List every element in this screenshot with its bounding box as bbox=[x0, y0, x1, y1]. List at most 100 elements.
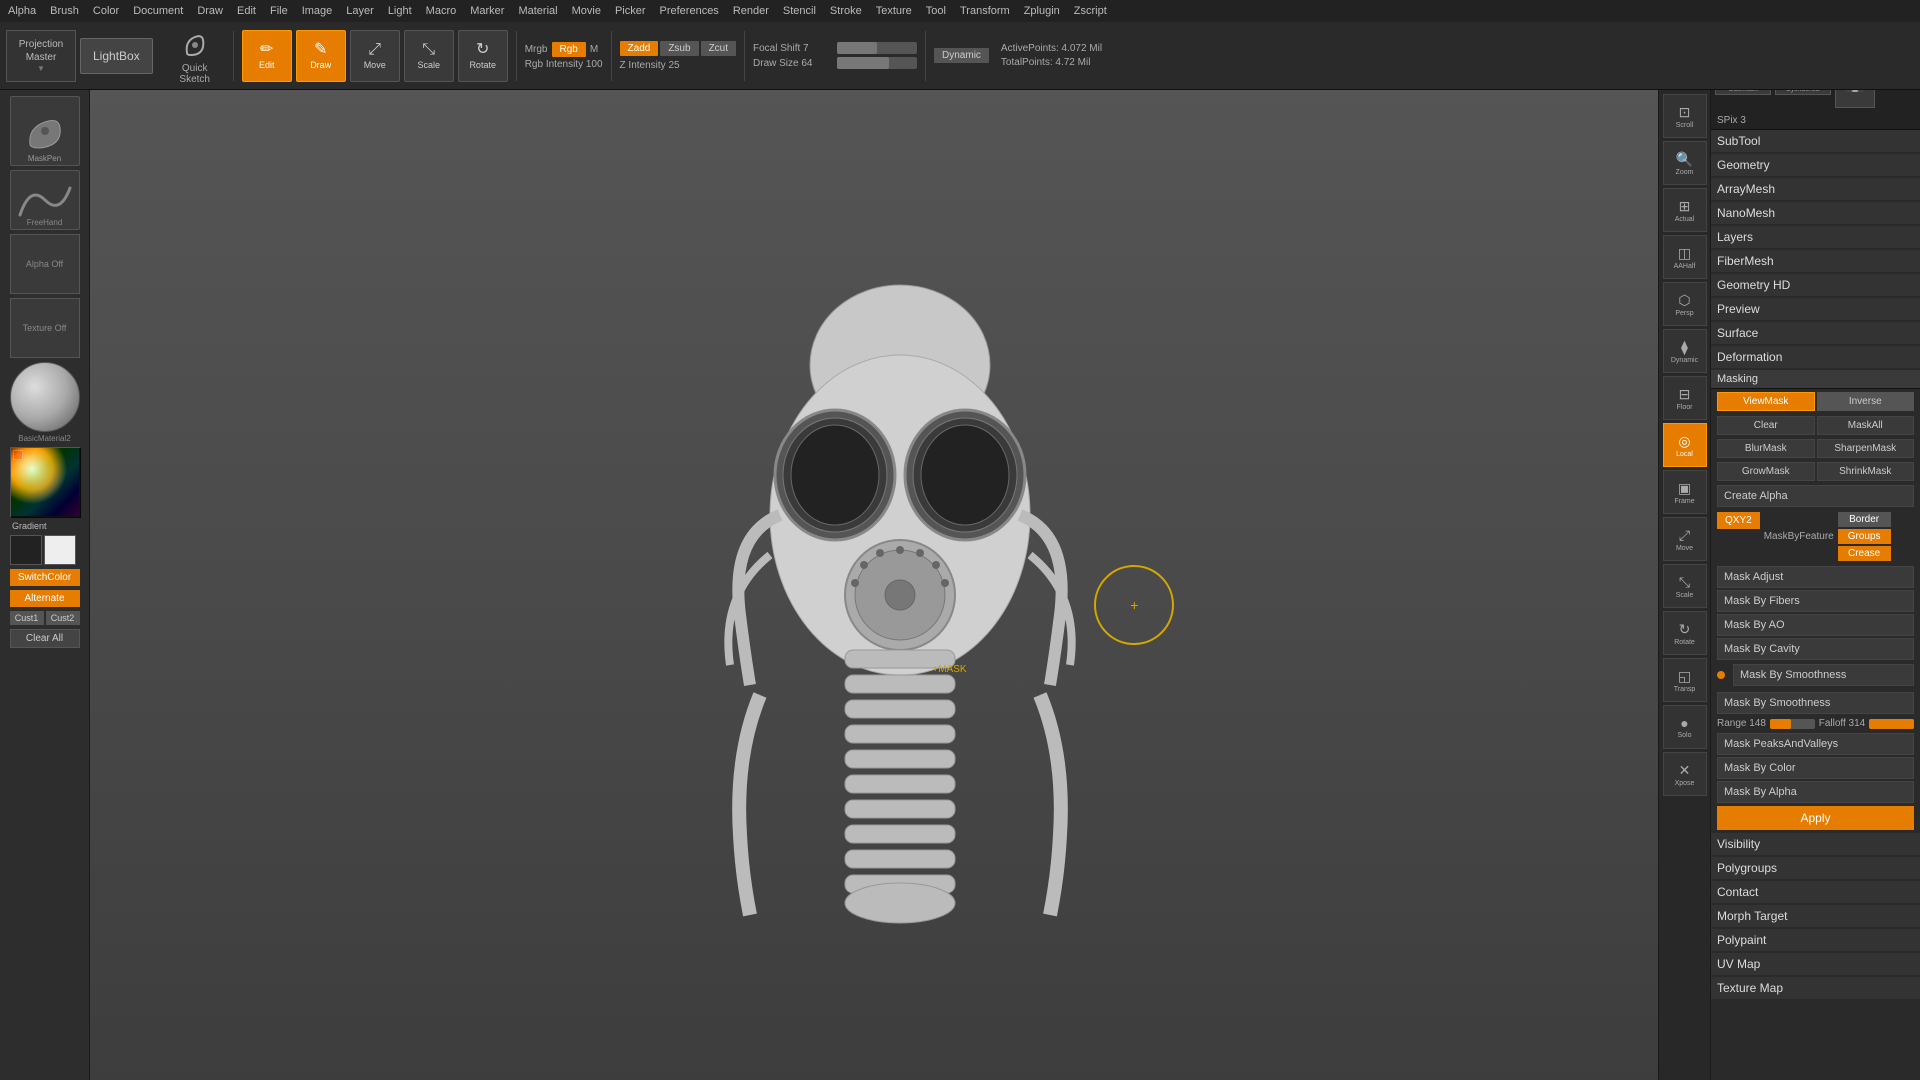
menu-document[interactable]: Document bbox=[133, 5, 183, 17]
menu-zplugin[interactable]: Zplugin bbox=[1024, 5, 1060, 17]
viewport-canvas[interactable]: + +MASK bbox=[90, 90, 1710, 1080]
groups-button[interactable]: Groups bbox=[1838, 529, 1891, 544]
mask-by-alpha-button[interactable]: Mask By Alpha bbox=[1717, 781, 1914, 803]
dynamic-button[interactable]: Dynamic bbox=[934, 48, 989, 63]
zsub-button[interactable]: Zsub bbox=[660, 41, 698, 56]
menu-preferences[interactable]: Preferences bbox=[660, 5, 719, 17]
quick-sketch-button[interactable]: Quick Sketch bbox=[165, 27, 225, 85]
visibility-section[interactable]: Visibility bbox=[1711, 833, 1920, 855]
surface-section[interactable]: Surface bbox=[1711, 322, 1920, 344]
scale-right-button[interactable]: ⤡ Scale bbox=[1663, 564, 1707, 608]
falloff-slider[interactable] bbox=[1869, 719, 1914, 729]
scale-button[interactable]: ⤡ Scale bbox=[404, 30, 454, 82]
menu-movie[interactable]: Movie bbox=[572, 5, 601, 17]
mask-by-cavity-button[interactable]: Mask By Cavity bbox=[1717, 638, 1914, 660]
transp-button[interactable]: ◱ Transp bbox=[1663, 658, 1707, 702]
mask-by-smoothness-button[interactable]: Mask By Smoothness bbox=[1733, 664, 1914, 686]
menu-brush[interactable]: Brush bbox=[50, 5, 79, 17]
layers-section[interactable]: Layers bbox=[1711, 226, 1920, 248]
dynamic-button-right[interactable]: ⧫ Dynamic bbox=[1663, 329, 1707, 373]
polypaint-section[interactable]: Polypaint bbox=[1711, 929, 1920, 951]
mask-adjust-button[interactable]: Mask Adjust bbox=[1717, 566, 1914, 588]
solo-button[interactable]: ● Solo bbox=[1663, 705, 1707, 749]
menu-zscript[interactable]: Zscript bbox=[1074, 5, 1107, 17]
draw-button[interactable]: ✎ Draw bbox=[296, 30, 346, 82]
apply-button[interactable]: Apply bbox=[1717, 806, 1914, 830]
move-right-button[interactable]: ⤢ Move bbox=[1663, 517, 1707, 561]
zcut-button[interactable]: Zcut bbox=[701, 41, 736, 56]
create-alpha-button[interactable]: Create Alpha bbox=[1717, 485, 1914, 507]
border-button[interactable]: Border bbox=[1838, 512, 1891, 527]
menu-light[interactable]: Light bbox=[388, 5, 412, 17]
shrinkmask-button[interactable]: ShrinkMask bbox=[1817, 462, 1915, 481]
texture-map-section[interactable]: Texture Map bbox=[1711, 977, 1920, 999]
alternate-button[interactable]: Alternate bbox=[10, 590, 80, 607]
uv-map-section[interactable]: UV Map bbox=[1711, 953, 1920, 975]
menu-macro[interactable]: Macro bbox=[426, 5, 457, 17]
focal-shift-slider[interactable] bbox=[837, 42, 917, 54]
menu-tool[interactable]: Tool bbox=[926, 5, 946, 17]
subtool-section[interactable]: SubTool bbox=[1711, 130, 1920, 152]
clear-button[interactable]: Clear bbox=[1717, 416, 1815, 435]
maskall-button[interactable]: MaskAll bbox=[1817, 416, 1915, 435]
viewmask-button[interactable]: ViewMask bbox=[1717, 392, 1815, 411]
blurmask-button[interactable]: BlurMask bbox=[1717, 439, 1815, 458]
brush-preview[interactable]: MaskPen bbox=[10, 96, 80, 166]
edit-button[interactable]: ✏ Edit bbox=[242, 30, 292, 82]
projection-master-button[interactable]: ProjectionMaster ▼ bbox=[6, 30, 76, 82]
inverse-button[interactable]: Inverse bbox=[1817, 392, 1915, 411]
swatch-light[interactable] bbox=[44, 535, 76, 565]
menu-marker[interactable]: Marker bbox=[470, 5, 504, 17]
preview-section[interactable]: Preview bbox=[1711, 298, 1920, 320]
menu-material[interactable]: Material bbox=[518, 5, 557, 17]
lightbox-button[interactable]: LightBox bbox=[80, 38, 153, 74]
xpose-button[interactable]: ✕ Xpose bbox=[1663, 752, 1707, 796]
switch-color-button[interactable]: SwitchColor bbox=[10, 569, 80, 586]
nanomesh-section[interactable]: NanoMesh bbox=[1711, 202, 1920, 224]
menu-layer[interactable]: Layer bbox=[346, 5, 374, 17]
floor-button[interactable]: ⊟ Floor bbox=[1663, 376, 1707, 420]
deformation-section[interactable]: Deformation bbox=[1711, 346, 1920, 368]
mask-by-smoothness-2-button[interactable]: Mask By Smoothness bbox=[1717, 692, 1914, 714]
mask-peaks-valleys-button[interactable]: Mask PeaksAndValleys bbox=[1717, 733, 1914, 755]
mask-by-ao-button[interactable]: Mask By AO bbox=[1717, 614, 1914, 636]
arraymesh-section[interactable]: ArrayMesh bbox=[1711, 178, 1920, 200]
xyz-button[interactable]: QXY2 bbox=[1717, 512, 1760, 529]
menu-picker[interactable]: Picker bbox=[615, 5, 646, 17]
range-slider[interactable] bbox=[1770, 719, 1815, 729]
mask-by-color-button[interactable]: Mask By Color bbox=[1717, 757, 1914, 779]
geometry-section[interactable]: Geometry bbox=[1711, 154, 1920, 176]
zadd-button[interactable]: Zadd bbox=[620, 41, 659, 56]
actual-button[interactable]: ⊞ Actual bbox=[1663, 188, 1707, 232]
menu-transform[interactable]: Transform bbox=[960, 5, 1010, 17]
fibermesh-section[interactable]: FiberMesh bbox=[1711, 250, 1920, 272]
sharpenmask-button[interactable]: SharpenMask bbox=[1817, 439, 1915, 458]
rgb-button[interactable]: Rgb bbox=[552, 42, 586, 57]
menu-color[interactable]: Color bbox=[93, 5, 119, 17]
menu-alpha[interactable]: Alpha bbox=[8, 5, 36, 17]
menu-stroke[interactable]: Stroke bbox=[830, 5, 862, 17]
color-picker[interactable] bbox=[10, 447, 80, 517]
material-preview[interactable]: BasicMaterial2 bbox=[10, 362, 80, 443]
scroll-button[interactable]: ⊡ Scroll bbox=[1663, 94, 1707, 138]
menu-edit[interactable]: Edit bbox=[237, 5, 256, 17]
morph-target-section[interactable]: Morph Target bbox=[1711, 905, 1920, 927]
persp-button[interactable]: ⬡ Persp bbox=[1663, 282, 1707, 326]
menu-texture[interactable]: Texture bbox=[876, 5, 912, 17]
cust2-button[interactable]: Cust2 bbox=[46, 611, 80, 625]
contact-section[interactable]: Contact bbox=[1711, 881, 1920, 903]
menu-image[interactable]: Image bbox=[302, 5, 333, 17]
clear-all-button[interactable]: Clear All bbox=[10, 629, 80, 648]
menu-render[interactable]: Render bbox=[733, 5, 769, 17]
cust1-button[interactable]: Cust1 bbox=[10, 611, 44, 625]
crease-button[interactable]: Crease bbox=[1838, 546, 1891, 561]
zoom-button[interactable]: 🔍 Zoom bbox=[1663, 141, 1707, 185]
menu-draw[interactable]: Draw bbox=[197, 5, 223, 17]
mask-by-fibers-button[interactable]: Mask By Fibers bbox=[1717, 590, 1914, 612]
local-button[interactable]: ◎ Local bbox=[1663, 423, 1707, 467]
right-panel-scroll[interactable]: SubTool Geometry ArrayMesh NanoMesh Laye… bbox=[1711, 130, 1920, 1080]
menu-stencil[interactable]: Stencil bbox=[783, 5, 816, 17]
rotate-button[interactable]: ↻ Rotate bbox=[458, 30, 508, 82]
draw-size-slider[interactable] bbox=[837, 57, 917, 69]
polygroups-section[interactable]: Polygroups bbox=[1711, 857, 1920, 879]
